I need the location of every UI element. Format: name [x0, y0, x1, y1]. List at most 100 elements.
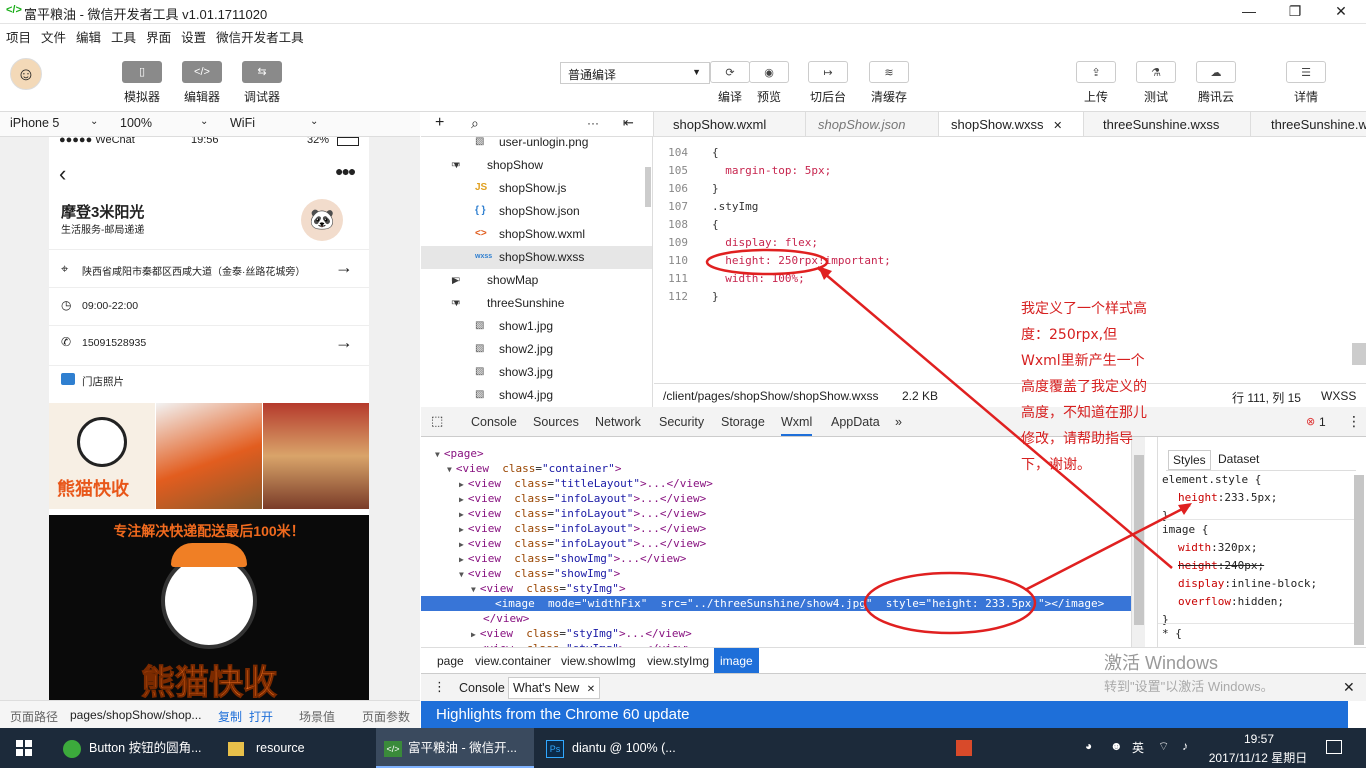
more-menu-icon[interactable]: ●●● — [335, 163, 356, 179]
debugger-label[interactable]: 调试器 — [232, 88, 292, 105]
drawer-tab-console[interactable]: Console — [459, 681, 505, 695]
background-label[interactable]: 切后台 — [798, 88, 858, 105]
test-icon[interactable]: ⚗ — [1136, 61, 1176, 83]
inspect-icon[interactable]: ⬚ — [431, 413, 443, 429]
details-icon[interactable]: ☰ — [1286, 61, 1326, 83]
tree-item[interactable]: ▧ show3.jpg — [421, 361, 652, 384]
close-drawer-icon[interactable]: ✕ — [1343, 679, 1355, 696]
code-line[interactable]: height: 250rpx!important; — [712, 254, 891, 267]
upload-icon[interactable]: ⇪ — [1076, 61, 1116, 83]
code-line[interactable]: .styImg — [712, 200, 758, 213]
clear-cache-label[interactable]: 清缓存 — [859, 88, 919, 105]
tab-shopshow-wxss[interactable]: shopShow.wxss ✕ — [939, 112, 1084, 136]
tab-appdata[interactable]: AppData — [831, 415, 880, 429]
style-property[interactable]: height:240px; — [1178, 559, 1264, 572]
wxml-node[interactable]: ▶ <view class="infoLayout">...</view> — [421, 521, 1131, 536]
clock-date[interactable]: 2017/11/12 星期日 — [1200, 749, 1316, 766]
code-line[interactable]: } — [712, 182, 719, 195]
error-count[interactable]: 1 — [1319, 415, 1326, 429]
preview-label[interactable]: 预览 — [739, 88, 799, 105]
breadcrumb-item[interactable]: view.showImg — [561, 654, 636, 668]
code-line[interactable]: width: 100%; — [712, 272, 804, 285]
tab-console[interactable]: Console — [471, 415, 517, 429]
tree-item[interactable]: ▧ user-unlogin.png — [421, 137, 652, 154]
breadcrumb-item[interactable]: view.container — [475, 654, 551, 668]
wxml-node[interactable]: ▼ <view class="styImg"> — [421, 581, 1131, 596]
tree-item[interactable]: ▼ ▭ shopShow — [421, 154, 652, 177]
shop-photo-2[interactable] — [156, 403, 262, 509]
banner-image[interactable]: 专注解决快递配送最后100米！ 熊猫快收 — [49, 515, 369, 700]
tencent-cloud-icon[interactable]: ☁ — [1196, 61, 1236, 83]
taskbar-item-browser[interactable]: Button 按钮的圆角... — [55, 728, 220, 768]
back-arrow-icon[interactable]: ‹ — [59, 161, 66, 187]
tree-scrollbar[interactable] — [645, 167, 651, 207]
style-property[interactable]: width:320px; — [1178, 541, 1258, 554]
style-property[interactable]: height:233.5px; — [1178, 491, 1277, 504]
styles-scrollbar[interactable] — [1354, 475, 1364, 645]
tab-threesunshine-more[interactable]: threeSunshine.w — [1259, 112, 1366, 136]
tree-item[interactable]: ▧ show2.jpg — [421, 338, 652, 361]
minimize-button[interactable]: — — [1226, 0, 1272, 24]
breadcrumb-item[interactable]: page — [437, 654, 464, 668]
close-button[interactable]: ✕ — [1318, 0, 1364, 24]
tree-item[interactable]: wxss shopShow.wxss — [421, 246, 652, 269]
breadcrumb-item-active[interactable]: image — [714, 648, 759, 674]
network-select[interactable]: WiFi — [230, 116, 255, 130]
style-selector[interactable]: element.style { — [1162, 473, 1261, 486]
zoom-select[interactable]: 100% — [120, 116, 152, 130]
shop-phone[interactable]: 15091528935 — [82, 337, 146, 349]
tree-item[interactable]: ▼ ▭ threeSunshine — [421, 292, 652, 315]
compile-mode-select[interactable]: 普通编译 ▼ — [560, 62, 710, 84]
preview-icon[interactable]: ◉ — [749, 61, 789, 83]
more-icon[interactable]: ··· — [587, 116, 599, 130]
tab-styles[interactable]: Styles — [1168, 450, 1211, 470]
tree-item[interactable]: ▶ ▭ showMap — [421, 269, 652, 292]
taskbar-item-photoshop[interactable]: Ps diantu @ 100% (... — [538, 728, 698, 768]
search-icon[interactable]: ⌕ — [471, 115, 479, 132]
kebab-menu-icon[interactable]: ⋮ — [1347, 413, 1361, 430]
wxml-node[interactable]: ▶ <view class="infoLayout">...</view> — [421, 491, 1131, 506]
shop-photo-3[interactable] — [263, 403, 369, 509]
tree-item[interactable]: <> shopShow.wxml — [421, 223, 652, 246]
notification-icon[interactable] — [1326, 740, 1342, 754]
clock-time[interactable]: 19:57 — [1204, 732, 1314, 746]
style-selector[interactable]: image { — [1162, 523, 1208, 536]
details-label[interactable]: 详情 — [1276, 88, 1336, 105]
code-line[interactable]: margin-top: 5px; — [712, 164, 831, 177]
simulator-label[interactable]: 模拟器 — [112, 88, 172, 105]
code-line[interactable]: } — [712, 290, 719, 303]
tab-threesunshine-wxss[interactable]: threeSunshine.wxss — [1091, 112, 1251, 136]
windows-start-icon[interactable] — [16, 740, 32, 756]
params-label[interactable]: 页面参数 — [362, 708, 410, 725]
wxml-node[interactable]: ▶<view class="styImg">...</view> — [421, 626, 1131, 641]
code-line[interactable]: display: flex; — [712, 236, 818, 249]
tab-storage[interactable]: Storage — [721, 415, 765, 429]
network-icon[interactable]: ⌔ — [1158, 739, 1169, 754]
tree-item[interactable]: { } shopShow.json — [421, 200, 652, 223]
wxml-node[interactable]: ▶ <view class="infoLayout">...</view> — [421, 506, 1131, 521]
tab-sources[interactable]: Sources — [533, 415, 579, 429]
wxml-node[interactable]: ▼ <view class="showImg"> — [421, 566, 1131, 581]
breadcrumb-item[interactable]: view.styImg — [647, 654, 709, 668]
wxml-node[interactable]: ▶ <view class="showImg">...</view> — [421, 551, 1131, 566]
taskbar-item-folder[interactable]: resource — [220, 728, 375, 768]
tab-shopshow-json[interactable]: shopShow.json — [806, 112, 939, 136]
wxml-node[interactable]: </view> — [421, 611, 1131, 626]
code-editor[interactable]: 104 {105 margin-top: 5px; 106} 107 .styImg 10… — [654, 137, 1366, 383]
wxml-node[interactable]: ▶ <view class="infoLayout">...</view> — [421, 536, 1131, 551]
style-selector[interactable]: * { — [1162, 627, 1182, 640]
tree-item[interactable]: JS shopShow.js — [421, 177, 652, 200]
close-tab-icon[interactable]: ✕ — [1053, 120, 1062, 132]
shop-photo-1[interactable]: 熊猫快收 — [49, 403, 155, 509]
tab-network[interactable]: Network — [595, 415, 641, 429]
scene-label[interactable]: 场景值 — [299, 708, 335, 725]
collapse-panel-icon[interactable]: ⇤ — [623, 115, 634, 131]
wechat-tray-icon[interactable]: ◕ — [1085, 739, 1092, 753]
open-route-link[interactable]: 打开 — [249, 708, 273, 725]
close-icon[interactable]: ✕ — [587, 684, 595, 695]
device-select[interactable]: iPhone 5 — [10, 116, 59, 130]
clear-cache-icon[interactable]: ≋ — [869, 61, 909, 83]
tray-app-icon[interactable] — [956, 740, 972, 756]
tree-item[interactable]: ▧ show1.jpg — [421, 315, 652, 338]
ime-indicator[interactable]: 英 — [1132, 739, 1144, 756]
